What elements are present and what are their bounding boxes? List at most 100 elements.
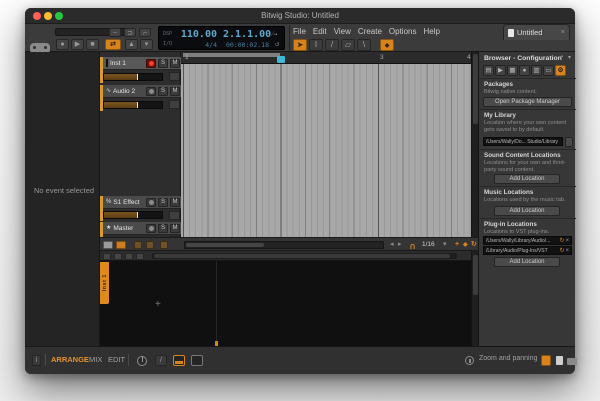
track-row-s1effect[interactable]: % S1 Effect S M <box>100 196 181 221</box>
solo-button[interactable]: S <box>158 86 168 96</box>
tab-files-icon[interactable]: ▤ <box>483 65 494 76</box>
editor-tool-button-1[interactable] <box>103 252 111 260</box>
tab-save-icon[interactable]: ▦ <box>507 65 518 76</box>
editor-vertical-scrollbar[interactable] <box>471 251 478 346</box>
record-arm-button[interactable] <box>146 86 156 96</box>
follow-playhead-icon[interactable]: ↻ <box>471 241 477 249</box>
arranger-horizontal-scrollbar[interactable] <box>184 241 384 249</box>
record-button[interactable]: ● <box>56 39 69 50</box>
tab-monitor-icon[interactable]: ▭ <box>543 65 554 76</box>
track-filter-instrument-button[interactable] <box>103 241 113 249</box>
loop-toggle-button[interactable]: ⇄ <box>105 39 121 50</box>
solo-button[interactable]: S <box>158 197 168 207</box>
position-value[interactable]: 2.1.1.00 <box>223 29 271 40</box>
mute-button[interactable]: M <box>170 86 180 96</box>
track-name[interactable]: Inst 1 <box>110 60 144 67</box>
time-value[interactable]: 00:00:02.18 <box>217 41 269 49</box>
project-tab[interactable]: Untitled × <box>503 24 570 40</box>
track-filter-effect-button[interactable] <box>134 241 142 249</box>
keyboard-icon[interactable] <box>567 358 577 365</box>
mixer-panel-toggle-button[interactable] <box>191 355 203 366</box>
mute-button[interactable]: M <box>170 223 180 233</box>
track-name[interactable]: Audio 2 <box>113 88 144 95</box>
io-routing-button[interactable]: / <box>155 355 167 366</box>
add-sound-location-button[interactable]: Add Location <box>494 174 560 184</box>
open-package-manager-button[interactable]: Open Package Manager <box>483 97 572 107</box>
touch-mode-button[interactable] <box>541 355 551 366</box>
add-music-location-button[interactable]: Add Location <box>494 206 560 216</box>
track-filter-audio-button[interactable] <box>116 241 126 249</box>
stop-button[interactable]: ■ <box>86 39 99 50</box>
arranger-grid[interactable] <box>181 64 471 237</box>
track-filter-group-button[interactable] <box>146 241 154 249</box>
edit-position-icon[interactable]: ⁄→ <box>272 30 277 38</box>
mute-button[interactable]: M <box>170 58 180 68</box>
library-path-field[interactable]: /Users/Wally/Do... Studio/Library <box>483 137 563 146</box>
scroll-left-icon[interactable]: ◂ <box>390 241 394 249</box>
playhead-marker[interactable] <box>277 56 285 63</box>
time-signature-value[interactable]: 4/4 <box>177 41 217 49</box>
marker-icon[interactable]: ◆ <box>463 241 468 249</box>
automation-knob-icon[interactable] <box>137 356 147 366</box>
tempo-value[interactable]: 110.00 <box>177 29 217 40</box>
editor-tool-button-2[interactable] <box>114 252 122 260</box>
view-tab-arrange[interactable]: ARRANGE <box>51 355 89 364</box>
play-button[interactable]: ▶ <box>71 39 84 50</box>
track-filter-master-button[interactable] <box>160 241 168 249</box>
editor-tool-button-3[interactable] <box>125 252 133 260</box>
knife-tool-button[interactable]: \ <box>357 39 371 51</box>
menu-edit[interactable]: Edit <box>313 27 327 36</box>
title-bar[interactable]: Bitwig Studio: Untitled <box>25 8 575 24</box>
track-row-inst1[interactable]: Inst 1 S M <box>100 57 181 83</box>
volume-fader[interactable] <box>103 100 163 109</box>
menu-help[interactable]: Help <box>423 27 439 36</box>
mouse-mode-icon[interactable] <box>465 356 474 365</box>
automation-curve-c-button[interactable]: ⌐ <box>139 28 151 37</box>
browse-path-button[interactable] <box>565 137 573 147</box>
rescan-path-icon[interactable]: ↻ <box>559 247 564 254</box>
record-arm-button[interactable] <box>146 223 156 233</box>
pointer-tool-button[interactable]: ➤ <box>293 39 307 51</box>
menu-create[interactable]: Create <box>358 27 382 36</box>
timeline-ruler[interactable]: 1 3 4 <box>181 52 471 64</box>
panel-menu-icon[interactable]: ▾ <box>568 54 571 61</box>
arranger-vertical-scrollbar[interactable] <box>471 52 478 237</box>
plugin-path-row[interactable]: /Library/Audio/Plug-Ins/VST ↻ × <box>483 246 572 255</box>
transport-display[interactable]: DSP I/O 110.00 4/4 2.1.1.00 00:00:02.18 … <box>158 26 285 50</box>
tab-chart-icon[interactable]: ▥ <box>531 65 542 76</box>
time-selection-tool-button[interactable]: I <box>309 39 323 51</box>
record-arm-button[interactable] <box>146 197 156 207</box>
pin-icon[interactable]: ▪ <box>561 54 563 60</box>
mute-button[interactable]: M <box>170 197 180 207</box>
tab-info-icon[interactable]: ● <box>519 65 530 76</box>
notes-page-icon[interactable] <box>556 356 563 365</box>
editor-tool-button-4[interactable] <box>136 252 144 260</box>
add-plugin-location-button[interactable]: Add Location <box>494 257 560 267</box>
menu-file[interactable]: File <box>293 27 306 36</box>
inspector-toggle-button[interactable]: i <box>32 355 41 366</box>
tab-settings-gear-icon[interactable]: ⚙ <box>555 65 566 76</box>
view-tab-mix[interactable]: MIX <box>89 355 102 364</box>
menu-view[interactable]: View <box>334 27 351 36</box>
detail-panel-toggle-button[interactable] <box>173 355 185 366</box>
magnet-snap-icon[interactable]: U <box>410 241 415 249</box>
snap-toggle-button[interactable]: ◆ <box>380 39 394 51</box>
tab-play-icon[interactable]: ▶ <box>495 65 506 76</box>
menu-options[interactable]: Options <box>389 27 417 36</box>
record-arm-button[interactable] <box>146 58 156 68</box>
remove-path-icon[interactable]: × <box>565 248 569 254</box>
display-profile-button[interactable]: ▾ <box>140 39 153 50</box>
pen-tool-button[interactable]: / <box>325 39 339 51</box>
automation-curve-b-button[interactable]: ⊃ <box>124 28 136 37</box>
track-name[interactable]: Master <box>113 225 144 232</box>
solo-button[interactable]: S <box>158 223 168 233</box>
remove-path-icon[interactable]: × <box>565 238 569 244</box>
zoom-in-icon[interactable]: + <box>455 241 459 249</box>
solo-button[interactable]: S <box>158 58 168 68</box>
volume-fader[interactable] <box>103 211 163 219</box>
grid-size-value[interactable]: 1/16 <box>422 241 435 248</box>
detail-editor[interactable]: Inst 1 + <box>100 251 478 346</box>
grid-size-caret-icon[interactable]: ▾ <box>443 241 447 249</box>
close-project-icon[interactable]: × <box>561 29 565 36</box>
editor-track-tab[interactable]: Inst 1 <box>100 262 109 304</box>
